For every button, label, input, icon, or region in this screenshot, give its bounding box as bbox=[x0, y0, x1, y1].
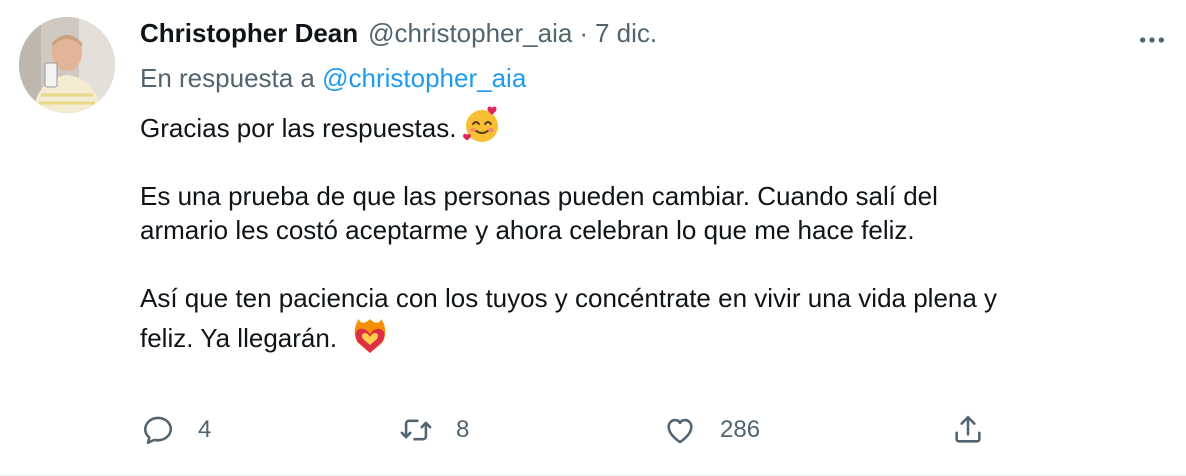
share-button[interactable] bbox=[950, 408, 986, 452]
tweet-header: Christopher Dean @christopher_aia · 7 di… bbox=[140, 18, 1146, 60]
reply-context: En respuesta a @christopher_aia bbox=[140, 63, 1146, 101]
tweet-paragraph: Así que ten paciencia con los tuyos y co… bbox=[140, 281, 1146, 355]
more-icon bbox=[1140, 37, 1164, 43]
avatar[interactable] bbox=[19, 17, 115, 113]
smiling-face-with-hearts-icon bbox=[462, 105, 502, 145]
tweet-text-line: armario les costó aceptarme y ahora cele… bbox=[140, 215, 915, 245]
retweet-count: 8 bbox=[456, 416, 470, 443]
more-options-button[interactable] bbox=[1132, 20, 1172, 60]
heart-icon bbox=[662, 412, 698, 448]
like-count: 286 bbox=[720, 416, 761, 443]
tweet-text-line: feliz. Ya llegarán. bbox=[140, 323, 338, 353]
tweet-date[interactable]: 7 dic. bbox=[595, 18, 657, 49]
heart-on-fire-icon bbox=[350, 315, 390, 355]
tweet-actions: 4 8 286 bbox=[140, 408, 1000, 452]
retweet-button[interactable]: 8 bbox=[398, 408, 469, 452]
reply-prefix: En respuesta a bbox=[140, 63, 315, 93]
tweet-paragraph: Es una prueba de que las personas pueden… bbox=[140, 179, 1146, 247]
reply-icon bbox=[140, 412, 176, 448]
avatar-photo bbox=[19, 17, 115, 113]
tweet-paragraph: Gracias por las respuestas. bbox=[140, 105, 1146, 145]
separator-dot: · bbox=[579, 18, 588, 48]
tweet-content: Christopher Dean @christopher_aia · 7 di… bbox=[140, 18, 1146, 355]
share-icon bbox=[950, 412, 986, 448]
reply-button[interactable]: 4 bbox=[140, 408, 211, 452]
author-handle[interactable]: @christopher_aia bbox=[368, 18, 572, 49]
tweet-text-line: Gracias por las respuestas. bbox=[140, 113, 457, 143]
reply-mention-link[interactable]: @christopher_aia bbox=[322, 63, 526, 93]
tweet-text: Gracias por las respuestas. Es una prueb… bbox=[140, 105, 1146, 355]
like-button[interactable]: 286 bbox=[662, 408, 760, 452]
reply-count: 4 bbox=[198, 416, 212, 443]
author-name[interactable]: Christopher Dean bbox=[140, 18, 358, 49]
tweet-text-line: Es una prueba de que las personas pueden… bbox=[140, 181, 938, 211]
tweet-text-line: Así que ten paciencia con los tuyos y co… bbox=[140, 283, 998, 313]
tweet[interactable]: Christopher Dean @christopher_aia · 7 di… bbox=[0, 0, 1186, 476]
retweet-icon bbox=[398, 412, 434, 448]
